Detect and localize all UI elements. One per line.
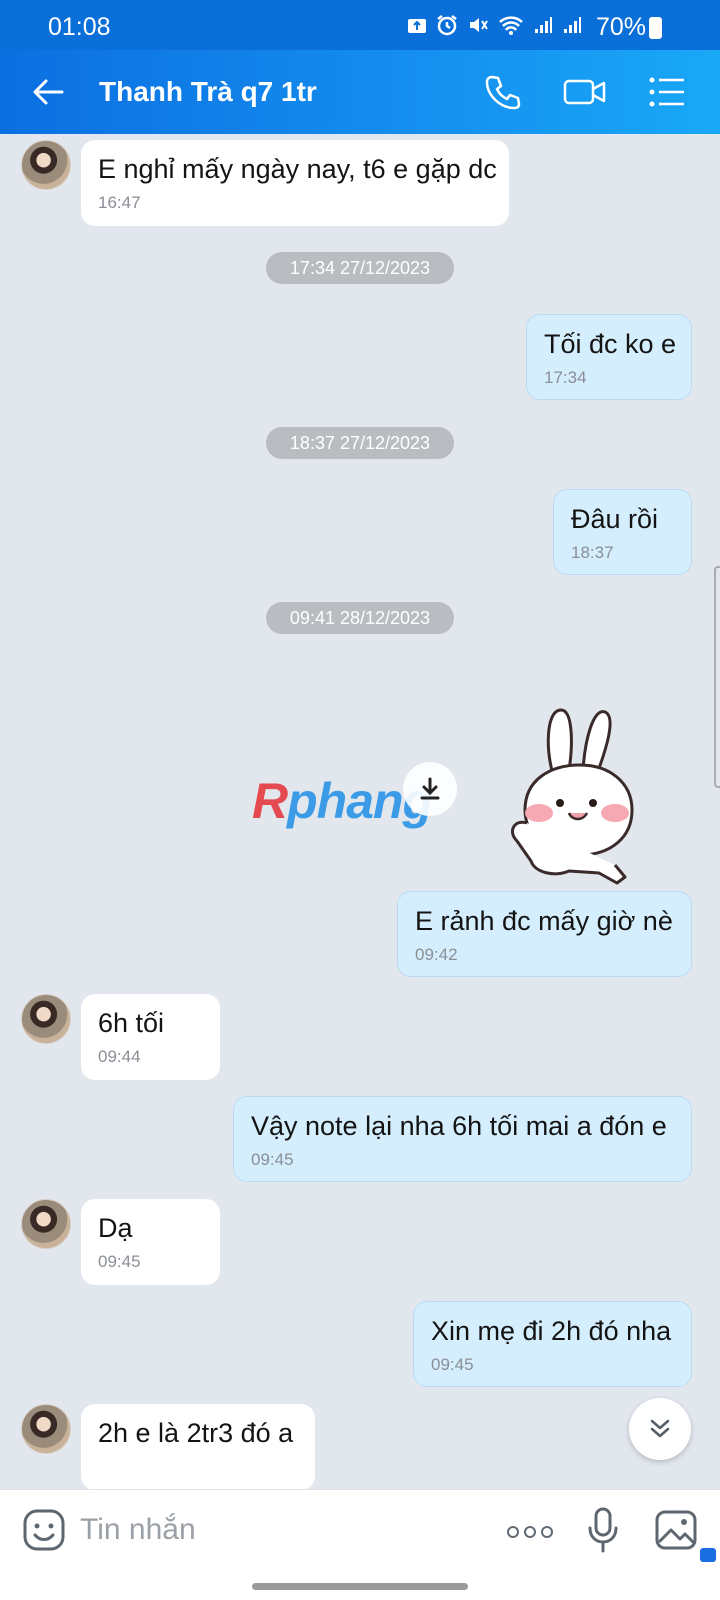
folder-badge-icon [700,1548,716,1562]
message-composer: Tin nhắn [0,1489,720,1569]
message-in[interactable]: 6h tối 09:44 [81,994,220,1080]
date-separator: 18:37 27/12/2023 [266,427,454,459]
home-gesture-bar[interactable] [252,1583,468,1590]
message-input[interactable]: Tin nhắn [80,1513,196,1547]
message-out[interactable]: E rảnh đc mấy giờ nè 09:42 [397,891,692,977]
message-out[interactable]: Xin mẹ đi 2h đó nha 09:45 [413,1301,692,1387]
status-bar: 01:08 70% [0,0,720,50]
contact-avatar[interactable] [21,140,71,190]
download-icon [420,777,440,800]
download-button[interactable] [403,762,457,816]
video-call-icon[interactable] [562,72,608,112]
double-chevron-down-icon [650,1419,670,1438]
mute-icon [470,18,488,32]
menu-list-icon[interactable] [647,72,687,112]
scroll-indicator[interactable] [714,566,720,788]
upload-notification-icon [408,19,426,33]
contact-avatar[interactable] [21,1404,71,1454]
status-icons [407,14,582,36]
status-time: 01:08 [48,13,111,41]
message-in[interactable]: Dạ 09:45 [81,1199,220,1285]
more-options-icon[interactable] [507,1526,553,1538]
signal-icon-2 [564,17,581,33]
scroll-to-bottom-button[interactable] [629,1398,691,1460]
battery-icon [649,17,662,39]
contact-avatar[interactable] [21,1199,71,1249]
sticker-emoji-icon[interactable] [22,1508,66,1552]
message-out[interactable]: Đâu rồi 18:37 [553,489,692,575]
message-out[interactable]: Tối đc ko e 17:34 [526,314,692,400]
system-nav-bar [0,1569,720,1600]
date-separator: 17:34 27/12/2023 [266,252,454,284]
message-in[interactable]: 2h e là 2tr3 đó a [81,1404,315,1489]
signal-icon-1 [535,17,552,33]
date-separator: 09:41 28/12/2023 [266,602,454,634]
chat-header: Thanh Trà q7 1tr [0,50,720,134]
image-gallery-icon[interactable] [654,1509,698,1551]
contact-name[interactable]: Thanh Trà q7 1tr [99,76,317,108]
microphone-icon[interactable] [586,1506,620,1554]
back-arrow-icon[interactable] [30,74,66,110]
rabbit-sticker[interactable] [505,705,650,885]
message-out[interactable]: Vậy note lại nha 6h tối mai a đón e 09:4… [233,1096,692,1182]
phone-call-icon[interactable] [483,72,523,112]
message-in[interactable]: E nghỉ mấy ngày nay, t6 e gặp dc 16:47 [81,140,509,226]
battery-percent: 70% [595,13,646,41]
alarm-icon [437,15,457,36]
contact-avatar[interactable] [21,994,71,1044]
wifi-icon [499,16,523,35]
